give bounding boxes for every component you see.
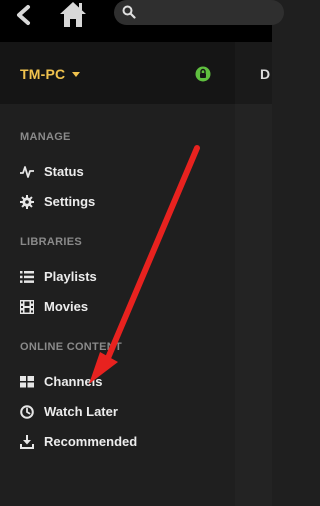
- server-name-dropdown[interactable]: TM-PC: [20, 66, 65, 82]
- list-icon: [20, 271, 34, 283]
- sidebar-item-settings[interactable]: Settings: [14, 191, 214, 215]
- sidebar-item-label: Movies: [44, 299, 89, 314]
- sidebar-item-label: Recommended: [44, 434, 138, 449]
- sidebar-item-status[interactable]: Status: [14, 161, 214, 185]
- sidebar: MANAGE Status Settings LIBRARIES Playlis…: [0, 104, 235, 506]
- sidebar-item-label: Channels: [44, 374, 103, 389]
- dashboard-header: D: [235, 42, 272, 104]
- home-button[interactable]: [56, 0, 90, 28]
- sidebar-item-movies[interactable]: Movies: [14, 296, 214, 320]
- chevron-left-icon: [17, 5, 30, 25]
- film-icon: [20, 300, 34, 314]
- clock-icon: [20, 405, 34, 419]
- caret-down-icon[interactable]: [72, 72, 80, 77]
- grid-icon: [20, 376, 34, 388]
- section-title-libraries: LIBRARIES: [20, 236, 82, 248]
- gear-icon: [20, 195, 34, 209]
- section-title-online-content: ONLINE CONTENT: [20, 341, 122, 353]
- dashboard-title: D: [260, 66, 271, 82]
- sidebar-item-recommended[interactable]: Recommended: [14, 431, 214, 455]
- home-icon: [60, 2, 86, 27]
- download-icon: [20, 435, 34, 449]
- sidebar-item-label: Settings: [44, 194, 96, 209]
- activity-icon: [20, 166, 34, 178]
- section-title-manage: MANAGE: [20, 131, 71, 143]
- main-content-area: [235, 104, 272, 506]
- back-button[interactable]: [10, 4, 38, 26]
- search-icon: [122, 5, 136, 19]
- sidebar-item-watch-later[interactable]: Watch Later: [14, 401, 214, 425]
- sidebar-item-playlists[interactable]: Playlists: [14, 266, 214, 290]
- sidebar-item-label: Watch Later: [44, 404, 118, 419]
- sidebar-item-label: Playlists: [44, 269, 97, 284]
- server-selector-row: TM-PC: [0, 42, 235, 104]
- lock-icon: [195, 66, 211, 82]
- top-bar: [0, 0, 284, 42]
- search-input[interactable]: [114, 0, 284, 25]
- sidebar-item-channels[interactable]: Channels: [14, 371, 214, 395]
- sidebar-item-label: Status: [44, 164, 84, 179]
